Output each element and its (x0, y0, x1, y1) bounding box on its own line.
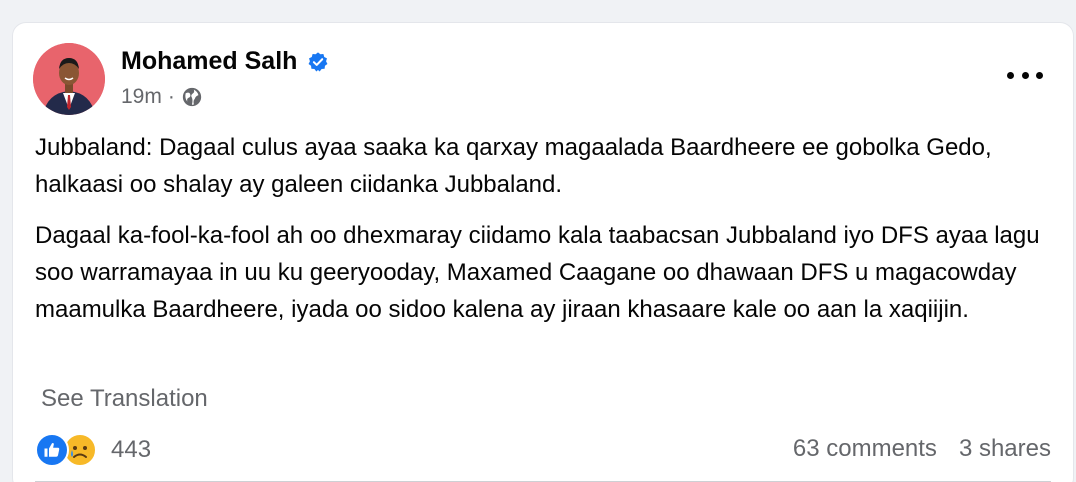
post-card: Mohamed Salh 19m · Jubbaland: Dagaal cul… (12, 22, 1074, 482)
author-header: Mohamed Salh (121, 47, 329, 76)
reaction-count: 443 (111, 436, 152, 463)
reaction-icons (35, 433, 103, 467)
dot-icon (1007, 71, 1014, 79)
meta-separator: · (167, 85, 175, 108)
dot-icon (1036, 71, 1043, 79)
more-options-button[interactable] (1007, 65, 1043, 85)
dot-icon (1021, 71, 1029, 79)
shares-count[interactable]: 3 shares (959, 435, 1051, 463)
see-translation-link[interactable]: See Translation (41, 385, 208, 413)
comments-count[interactable]: 63 comments (793, 435, 937, 463)
globe-icon[interactable] (181, 86, 203, 108)
post-time[interactable]: 19m (121, 85, 162, 109)
post-body: Jubbaland: Dagaal culus ayaa saaka ka qa… (35, 129, 1055, 342)
like-reaction-icon (35, 433, 69, 467)
avatar[interactable] (33, 43, 105, 115)
verified-badge-icon (308, 51, 328, 71)
post-paragraph: Dagaal ka-fool-ka-fool ah oo dhexmaray c… (35, 222, 1040, 323)
post-stats: 63 comments 3 shares (793, 435, 1051, 463)
reactions-summary[interactable]: 443 (35, 433, 151, 467)
post-meta: 19m · (121, 85, 203, 109)
avatar-image (33, 43, 105, 115)
author-name[interactable]: Mohamed Salh (121, 47, 297, 76)
post-paragraph: Jubbaland: Dagaal culus ayaa saaka ka qa… (35, 134, 992, 198)
